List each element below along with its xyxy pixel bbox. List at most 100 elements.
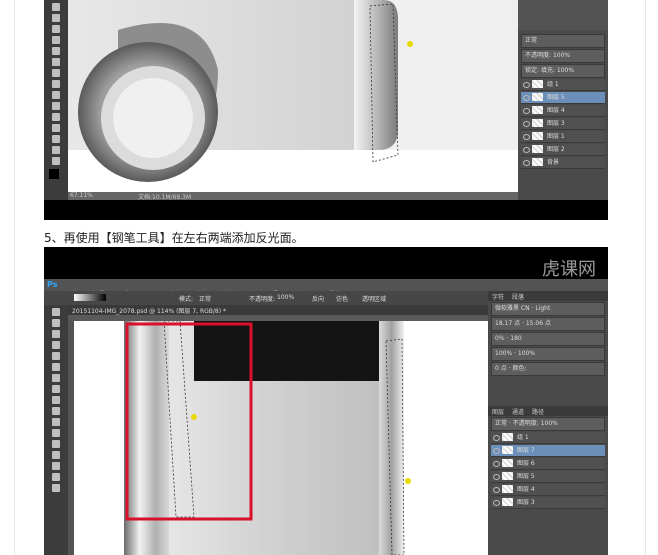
font-family-select[interactable]: 微软雅黑 CN · Light	[491, 302, 605, 316]
transparency-checkbox[interactable]: 透明区域	[362, 294, 386, 303]
status-bar: 67.11% 文档:10.1M/69.3M	[68, 192, 518, 201]
layer-row[interactable]: 组 1	[521, 79, 605, 91]
brush-tool-icon[interactable]	[52, 363, 60, 371]
mode-select[interactable]: 正常	[199, 294, 211, 303]
shape-tool-icon[interactable]	[52, 440, 60, 448]
stamp-tool-icon[interactable]	[52, 374, 60, 382]
layer-thumbnail	[502, 472, 513, 480]
layer-row[interactable]: 图层 1	[521, 131, 605, 143]
tab-paths[interactable]: 路径	[532, 407, 544, 416]
hand-tool-icon[interactable]	[52, 146, 60, 154]
screenshot-2: 虎课网 Ps 文件(F)编辑(E)图像(I)图层(L)文字(Y)选择(S)滤镜(…	[44, 247, 608, 555]
right-panels: 正常 不透明度: 100% 锁定: 填充: 100% 组 1 图层 5 图层 4 图层…	[518, 0, 608, 200]
layer-thumbnail	[532, 132, 543, 140]
layer-name: 图层 3	[517, 499, 535, 506]
eraser-tool-icon[interactable]	[52, 80, 60, 88]
baseline-row[interactable]: 0 点 · 颜色:	[491, 362, 605, 376]
move-tool-icon[interactable]	[52, 3, 60, 11]
crop-tool-icon[interactable]	[52, 36, 60, 44]
eye-icon[interactable]	[493, 500, 500, 506]
layer-row[interactable]: 图层 2	[521, 144, 605, 156]
leading-value: 15.06 点	[525, 320, 551, 327]
opacity-row[interactable]: 不透明度: 100%	[521, 49, 605, 63]
layer-thumbnail	[502, 459, 513, 467]
opacity-label: 不透明度:	[525, 52, 552, 59]
shape-tool-icon[interactable]	[52, 135, 60, 143]
type-tool-icon[interactable]	[52, 113, 60, 121]
eye-icon[interactable]	[523, 147, 530, 153]
brush-tool-icon[interactable]	[52, 58, 60, 66]
tab-character[interactable]: 字符	[492, 292, 504, 301]
zoom-tool-icon[interactable]	[52, 157, 60, 165]
layer-row[interactable]: 图层 5	[521, 92, 605, 104]
layer-row[interactable]: 组 1	[491, 432, 605, 444]
layer-row[interactable]: 图层 7	[491, 445, 605, 457]
opacity-input[interactable]: 100%	[277, 294, 294, 301]
stamp-tool-icon[interactable]	[52, 69, 60, 77]
reverse-checkbox[interactable]: 反向	[312, 294, 324, 303]
eye-icon[interactable]	[493, 435, 500, 441]
eye-icon[interactable]	[523, 95, 530, 101]
path-select-tool-icon[interactable]	[52, 124, 60, 132]
eraser-tool-icon[interactable]	[52, 385, 60, 393]
type-tool-icon[interactable]	[52, 418, 60, 426]
marquee-tool-icon[interactable]	[52, 14, 60, 22]
blend-mode-select[interactable]: 正常	[521, 34, 605, 48]
eye-icon[interactable]	[523, 134, 530, 140]
document-canvas-2[interactable]	[74, 320, 488, 555]
eyedropper-tool-icon[interactable]	[52, 47, 60, 55]
eye-icon[interactable]	[523, 121, 530, 127]
dither-checkbox[interactable]: 仿色	[336, 294, 348, 303]
blend-mode-row[interactable]: 正常 · 不透明度: 100%	[491, 417, 605, 431]
document-tab[interactable]: 20151104-IMG_2078.psd @ 114% (图层 7, RGB/…	[72, 306, 226, 315]
eye-icon[interactable]	[493, 474, 500, 480]
gradient-picker[interactable]	[74, 294, 106, 301]
screenshot-1: 67.11% 文档:10.1M/69.3M 正常 不透明度: 100% 锁定: …	[44, 0, 608, 220]
gradient-tool-icon[interactable]	[52, 396, 60, 404]
scale-row[interactable]: 100% · 100%	[491, 347, 605, 361]
layer-name: 组 1	[517, 434, 529, 441]
eye-icon[interactable]	[493, 487, 500, 493]
tab-paragraph[interactable]: 段落	[512, 292, 524, 301]
pen-tool-icon[interactable]	[52, 102, 60, 110]
layer-row[interactable]: 图层 4	[521, 105, 605, 117]
move-tool-icon[interactable]	[52, 308, 60, 316]
character-panel-tabs: 字符 段落	[488, 291, 608, 301]
zoom-tool-icon[interactable]	[52, 462, 60, 470]
lasso-tool-icon[interactable]	[52, 330, 60, 338]
font-size-row[interactable]: 18.17 点 · 15.06 点	[491, 317, 605, 331]
pen-tool-icon[interactable]	[52, 407, 60, 415]
layer-row[interactable]: 图层 5	[491, 471, 605, 483]
tab-layers[interactable]: 图层	[492, 407, 504, 416]
eye-icon[interactable]	[523, 82, 530, 88]
layer-row[interactable]: 图层 3	[521, 118, 605, 130]
path-select-tool-icon[interactable]	[52, 429, 60, 437]
layer-name: 图层 6	[517, 460, 535, 467]
eye-icon[interactable]	[493, 461, 500, 467]
step-caption: 5、再使用【钢笔工具】在左右两端添加反光面。	[44, 231, 304, 245]
foreground-color-swatch[interactable]	[49, 169, 59, 179]
eye-icon[interactable]	[523, 160, 530, 166]
eyedropper-tool-icon[interactable]	[52, 352, 60, 360]
document-canvas[interactable]	[68, 0, 518, 192]
extra-tool-icon[interactable]	[52, 484, 60, 492]
eye-icon[interactable]	[523, 108, 530, 114]
gradient-tool-icon[interactable]	[52, 91, 60, 99]
tab-channels[interactable]: 通道	[512, 407, 524, 416]
blend-mode-value: 正常	[525, 37, 538, 44]
layer-row[interactable]: 背景	[521, 157, 605, 169]
layer-row[interactable]: 图层 6	[491, 458, 605, 470]
fill-row[interactable]: 锁定: 填充: 100%	[521, 64, 605, 78]
layer-row[interactable]: 图层 3	[491, 497, 605, 509]
eye-icon[interactable]	[493, 448, 500, 454]
hand-tool-icon[interactable]	[52, 451, 60, 459]
layer-name: 图层 7	[517, 447, 535, 454]
horizontal-scale-value: 100%	[517, 350, 536, 357]
marquee-tool-icon[interactable]	[52, 319, 60, 327]
layer-row[interactable]: 图层 4	[491, 484, 605, 496]
layers-list-2: 组 1 图层 7 图层 6 图层 5 图层 4 图层 3	[488, 432, 608, 509]
crop-tool-icon[interactable]	[52, 341, 60, 349]
tracking-row[interactable]: 0% · 180	[491, 332, 605, 346]
lasso-tool-icon[interactable]	[52, 25, 60, 33]
extra-tool-icon[interactable]	[52, 473, 60, 481]
